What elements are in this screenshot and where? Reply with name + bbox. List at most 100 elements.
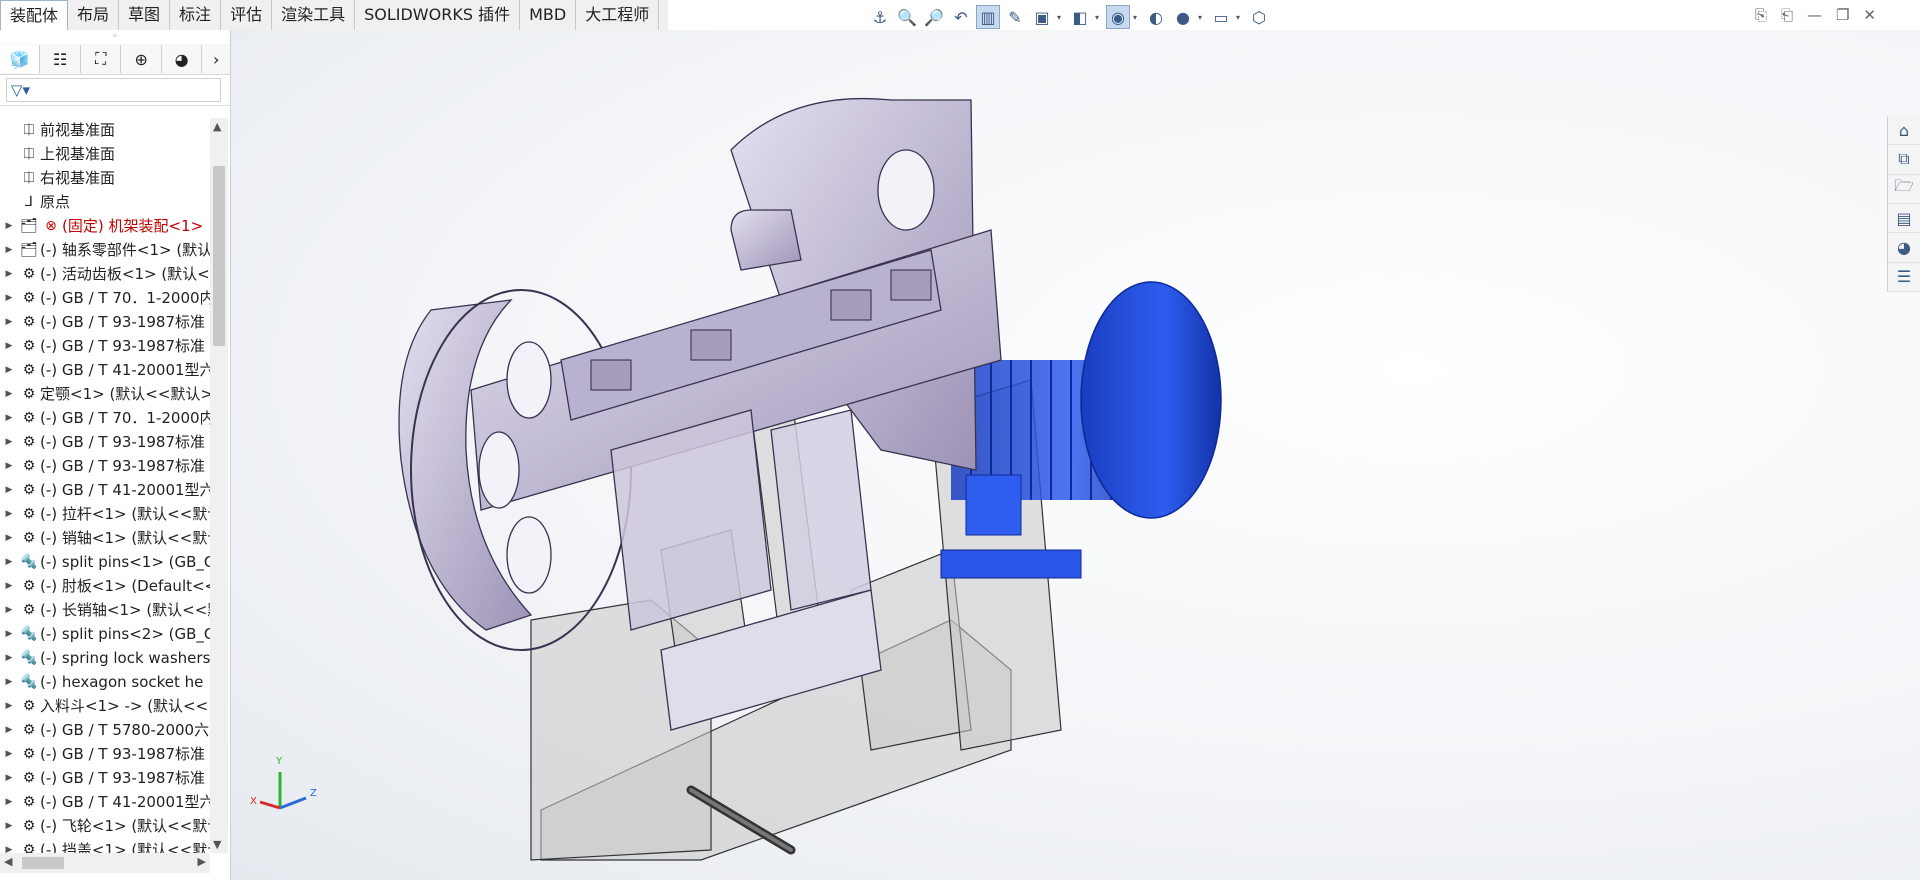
tree-horizontal-scrollbar[interactable]: ◀ ▶ [0,853,210,873]
scroll-left-icon[interactable]: ◀ [4,855,12,868]
command-tab[interactable]: SOLIDWORKS 插件 [355,0,521,30]
tree-item[interactable]: ▶ ⚙ (-) GB / T 41-20001型六 [0,478,210,502]
expand-arrow-icon[interactable]: ▶ [0,646,18,670]
command-tab[interactable]: 评估 [221,0,273,30]
tree-item[interactable]: ▶ ⚙ (-) GB / T 93-1987标准 [0,454,210,478]
expand-arrow-icon[interactable]: ▶ [0,574,18,598]
command-tab[interactable]: 草图 [119,0,171,30]
dimxpert-icon[interactable]: ⊕ [121,45,162,73]
tree-item[interactable]: ▶ ⚙ (-) 肘板<1> (Default<< [0,574,210,598]
tile-right-icon[interactable]: ⎗ [1781,6,1793,24]
tree-item[interactable]: ▶ ⚙ (-) 飞轮<1> (默认<<默认 [0,814,210,838]
tree-item[interactable]: ⎅ 右视基准面 [0,166,210,190]
crusher-assembly-model[interactable] [231,30,1920,880]
expand-arrow-icon[interactable]: ▶ [0,838,18,853]
filter-input[interactable]: ▽▾ [6,78,221,102]
expand-arrow-icon[interactable]: ▶ [0,598,18,622]
view-settings-icon[interactable]: ▭ [1209,5,1233,29]
tree-item[interactable]: ▶ ⚙ (-) GB / T 70．1-2000内 [0,286,210,310]
expand-arrow-icon[interactable]: ▶ [0,214,18,238]
expand-arrow-icon[interactable]: ▶ [0,622,18,646]
display-style-dropdown-icon[interactable]: ▾ [1095,13,1103,22]
minimize-icon[interactable]: — [1807,6,1822,24]
expand-arrow-icon[interactable]: ▶ [0,550,18,574]
expand-arrow-icon[interactable]: ▶ [0,382,18,406]
panel-grip[interactable]: ◦ [0,30,230,44]
view-palette-icon[interactable]: ▤ [1888,204,1920,234]
tree-item[interactable]: ▶ ⚙ (-) 挡盖<1> (默认<<默认 [0,838,210,853]
command-tab[interactable]: 渲染工具 [272,0,356,30]
view-settings-dropdown-icon[interactable]: ▾ [1236,13,1244,22]
scroll-right-icon[interactable]: ▶ [198,855,206,868]
tree-item[interactable]: ⎅ 前视基准面 [0,118,210,142]
display-style-icon[interactable]: ◧ [1068,5,1092,29]
scene-dropdown-icon[interactable]: ▾ [1198,13,1206,22]
expand-arrow-icon[interactable]: ▶ [0,262,18,286]
custom-properties-icon[interactable]: ☰ [1888,263,1920,292]
tree-item[interactable]: ▶ 🔩 (-) hexagon socket he [0,670,210,694]
design-library-icon[interactable]: ⧉ [1888,145,1920,175]
more-tabs-chevron-icon[interactable]: › [202,45,230,73]
tree-item[interactable]: ▶ ⚙ (-) GB / T 93-1987标准 [0,430,210,454]
dynamic-annotation-icon[interactable]: ✎ [1003,5,1027,29]
zoom-area-icon[interactable]: 🔎 [922,5,946,29]
tree-item[interactable]: ▶ ⚙ (-) GB / T 5780-2000六 [0,718,210,742]
tree-item[interactable]: ⎅ 上视基准面 [0,142,210,166]
command-tab[interactable]: 大工程师 [576,0,660,30]
appearance-icon[interactable]: ◐ [1144,5,1168,29]
tree-item[interactable]: ▶ 🔩 (-) split pins<2> (GB_C [0,622,210,646]
expand-arrow-icon[interactable]: ▶ [0,502,18,526]
expand-arrow-icon[interactable]: ▶ [0,526,18,550]
display-manager-icon[interactable]: ◕ [162,45,203,73]
previous-view-icon[interactable]: ↶ [949,5,973,29]
zoom-fit-icon[interactable]: 🔍 [895,5,919,29]
tree-item[interactable]: ▶ 🔩 (-) spring lock washers [0,646,210,670]
expand-arrow-icon[interactable]: ▶ [0,718,18,742]
expand-arrow-icon[interactable]: ▶ [0,790,18,814]
configurationmanager-icon[interactable]: ⛶ [81,45,122,73]
hide-show-dropdown-icon[interactable]: ▾ [1133,13,1141,22]
tree-item[interactable]: ▶ ⚙ (-) 长销轴<1> (默认<<默 [0,598,210,622]
expand-arrow-icon[interactable]: ▶ [0,454,18,478]
tree-item[interactable]: ⅃ 原点 [0,190,210,214]
expand-arrow-icon[interactable]: ▶ [0,358,18,382]
tree-item[interactable]: ▶ 🗂 (-) 轴系零部件<1> (默认 [0,238,210,262]
expand-arrow-icon[interactable]: ▶ [0,766,18,790]
command-tab[interactable]: MBD [520,0,577,30]
command-tab[interactable]: 标注 [170,0,222,30]
graphics-area[interactable]: ⌂ ⧉ 🗁 ▤ ◕ ☰ [231,30,1920,880]
appearances-icon[interactable]: ◕ [1888,233,1920,263]
tree-item[interactable]: ▶ ⚙ (-) GB / T 41-20001型六 [0,790,210,814]
scroll-down-icon[interactable]: ▼ [213,838,221,851]
tree-item[interactable]: ▶ ⚙ (-) 销轴<1> (默认<<默认 [0,526,210,550]
tree-vertical-scrollbar[interactable]: ▲ ▼ [210,118,228,853]
expand-arrow-icon[interactable]: ▶ [0,430,18,454]
expand-arrow-icon[interactable]: ▶ [0,742,18,766]
expand-arrow-icon[interactable]: ▶ [0,286,18,310]
expand-arrow-icon[interactable]: ▶ [0,694,18,718]
tile-left-icon[interactable]: ⎘ [1755,6,1767,24]
tree-item[interactable]: ▶ ⚙ (-) 活动齿板<1> (默认< [0,262,210,286]
tree-item[interactable]: ▶ ⚙ (-) GB / T 70．1-2000内 [0,406,210,430]
view-orientation-icon[interactable]: ▣ [1030,5,1054,29]
scroll-thumb[interactable] [213,166,225,346]
home-icon[interactable]: ⌂ [1888,116,1920,146]
expand-arrow-icon[interactable]: ▶ [0,478,18,502]
scroll-up-icon[interactable]: ▲ [213,120,221,133]
tree-item[interactable]: ▶ 🔩 (-) split pins<1> (GB_C [0,550,210,574]
scroll-thumb-horizontal[interactable] [22,857,64,869]
expand-arrow-icon[interactable]: ▶ [0,406,18,430]
section-view-icon[interactable]: ▥ [976,5,1000,29]
expand-arrow-icon[interactable]: ▶ [0,238,18,262]
featuremanager-icon[interactable]: 🧊 [0,45,41,73]
tree-item[interactable]: ▶ ⚙ (-) GB / T 93-1987标准 [0,766,210,790]
expand-arrow-icon[interactable]: ▶ [0,310,18,334]
tree-item[interactable]: ▶ ⚙ (-) 拉杆<1> (默认<<默认 [0,502,210,526]
view-orientation-dropdown-icon[interactable]: ▾ [1057,13,1065,22]
tree-item[interactable]: ▶ ⚙ (-) GB / T 93-1987标准 [0,334,210,358]
propertymanager-icon[interactable]: ☷ [40,45,81,73]
scene-icon[interactable]: ● [1171,5,1195,29]
anchor-icon[interactable]: ⚓ [868,5,892,29]
expand-arrow-icon[interactable]: ▶ [0,670,18,694]
command-tab[interactable]: 装配体 [0,0,69,30]
